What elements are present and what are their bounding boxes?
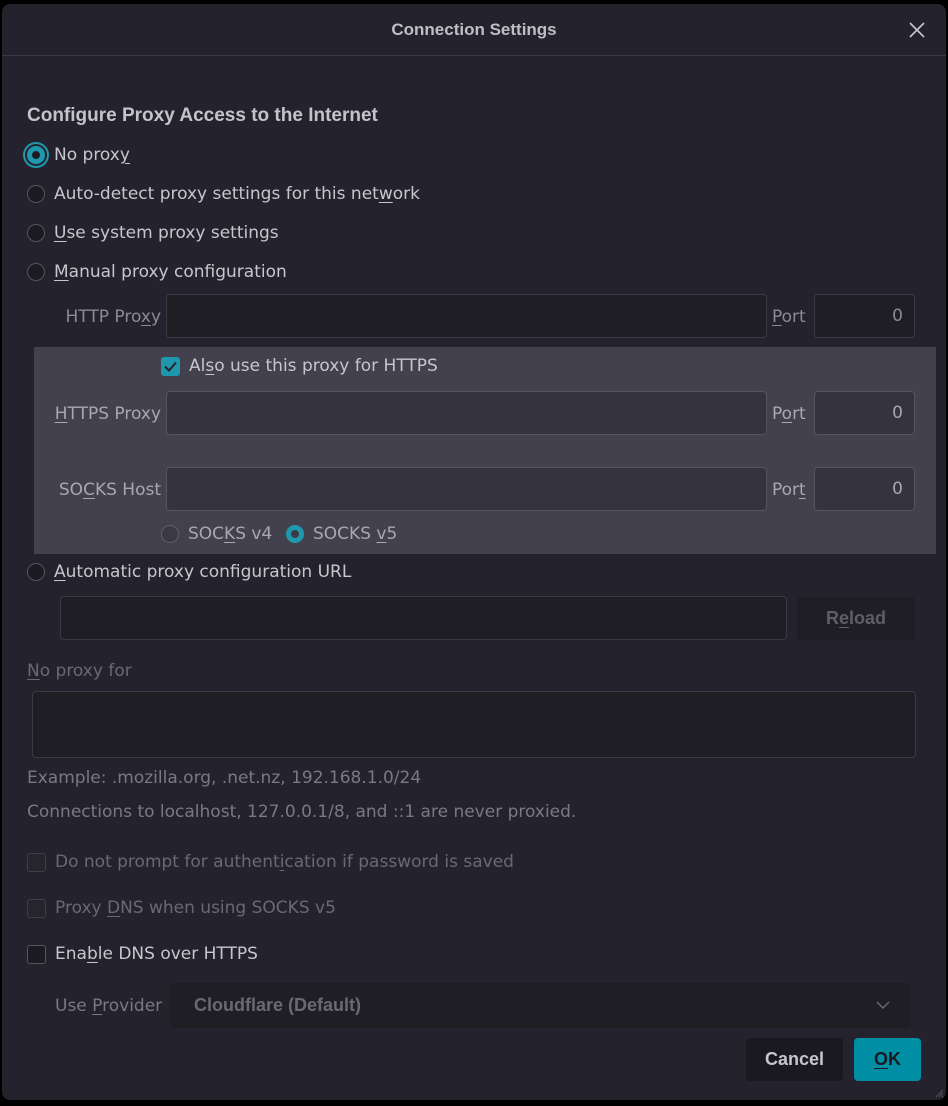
checkbox-also-https[interactable]: Also use this proxy for HTTPS (161, 356, 438, 376)
https-proxy-label: HTTPS Proxy (54, 404, 161, 424)
radio-label: Use system proxy settings (54, 223, 279, 243)
radio-system-proxy[interactable]: Use system proxy settings (27, 223, 279, 243)
radio-indicator[interactable] (27, 263, 45, 281)
manual-proxy-panel: Also use this proxy for HTTPS HTTPS Prox… (34, 347, 936, 554)
https-port-label: Port (772, 404, 806, 424)
autoconfig-url-input[interactable] (60, 596, 787, 640)
socks-port-input[interactable]: 0 (814, 467, 915, 511)
checkmark-icon (164, 361, 177, 372)
no-proxy-for-textarea[interactable] (32, 691, 916, 758)
provider-select[interactable]: Cloudflare (Default) (170, 983, 911, 1028)
dialog-title: Connection Settings (391, 20, 557, 39)
close-button[interactable] (906, 19, 928, 41)
socks-host-label: SOCKS Host (58, 480, 161, 500)
no-proxy-for-label: No proxy for (27, 661, 132, 681)
checkbox-indicator[interactable] (27, 944, 46, 964)
resize-grip-icon[interactable] (934, 1088, 944, 1098)
radio-indicator[interactable] (27, 146, 45, 164)
checkbox-label: Enable DNS over HTTPS (55, 944, 258, 964)
close-icon (909, 22, 925, 38)
socks-host-input[interactable] (166, 467, 767, 511)
checkbox-dns-over-https[interactable]: Enable DNS over HTTPS (27, 944, 258, 964)
radio-auto-detect[interactable]: Auto-detect proxy settings for this netw… (27, 184, 420, 204)
checkbox-indicator[interactable] (27, 852, 46, 872)
ok-button[interactable]: OK (854, 1038, 921, 1081)
checkbox-no-auth-prompt[interactable]: Do not prompt for authentication if pass… (27, 852, 514, 872)
cancel-button[interactable]: Cancel (746, 1038, 843, 1081)
radio-indicator[interactable] (27, 224, 45, 242)
radio-label: Manual proxy configuration (54, 262, 287, 282)
radio-no-proxy[interactable]: No proxy (27, 145, 130, 165)
no-proxy-example: Example: .mozilla.org, .net.nz, 192.168.… (27, 768, 422, 788)
radio-manual-proxy[interactable]: Manual proxy configuration (27, 262, 287, 282)
checkbox-label: Do not prompt for authentication if pass… (55, 852, 514, 872)
radio-indicator[interactable] (161, 525, 179, 543)
radio-label: Automatic proxy configuration URL (54, 562, 352, 582)
radio-label: SOCKS v4 (188, 524, 273, 544)
connection-settings-dialog: Connection Settings Configure Proxy Acce… (2, 4, 946, 1100)
section-heading: Configure Proxy Access to the Internet (27, 105, 378, 126)
checkbox-indicator[interactable] (27, 898, 46, 918)
radio-socks-v4[interactable]: SOCKS v4 (161, 524, 272, 544)
chevron-down-icon (876, 1001, 890, 1009)
http-port-label: Port (772, 307, 806, 327)
checkbox-indicator[interactable] (161, 356, 180, 376)
http-proxy-input[interactable] (166, 294, 767, 338)
checkbox-label: Proxy DNS when using SOCKS v5 (55, 898, 336, 918)
https-port-input[interactable]: 0 (814, 391, 915, 435)
radio-label: No proxy (54, 145, 130, 165)
radio-indicator[interactable] (27, 185, 45, 203)
radio-label: SOCKS v5 (313, 524, 398, 544)
radio-indicator[interactable] (286, 525, 304, 543)
reload-button[interactable]: Reload (797, 597, 915, 640)
radio-socks-v5[interactable]: SOCKS v5 (286, 524, 397, 544)
checkbox-proxy-dns[interactable]: Proxy DNS when using SOCKS v5 (27, 898, 336, 918)
http-port-input[interactable]: 0 (814, 294, 915, 338)
checkbox-label: Also use this proxy for HTTPS (189, 356, 438, 376)
https-proxy-input[interactable] (166, 391, 767, 435)
provider-selected-value: Cloudflare (Default) (194, 995, 362, 1015)
localhost-note: Connections to localhost, 127.0.0.1/8, a… (27, 802, 577, 822)
radio-label: Auto-detect proxy settings for this netw… (54, 184, 420, 204)
title-bar: Connection Settings (2, 4, 946, 56)
socks-port-label: Port (772, 480, 806, 500)
radio-autoconfig-url[interactable]: Automatic proxy configuration URL (27, 562, 351, 582)
radio-indicator[interactable] (27, 563, 45, 581)
use-provider-label: Use Provider (55, 996, 163, 1016)
http-proxy-label: HTTP Proxy (65, 307, 161, 327)
